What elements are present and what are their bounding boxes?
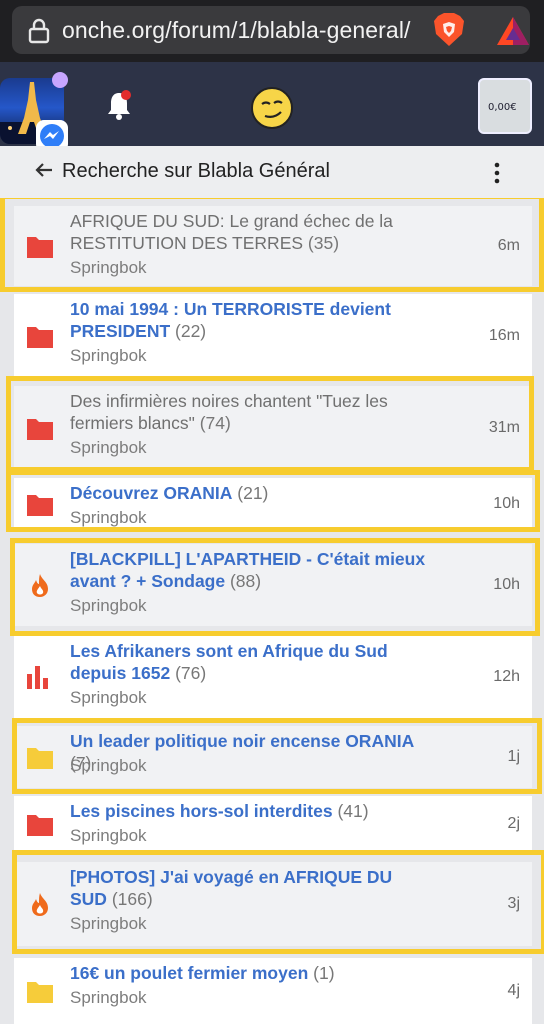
reply-count: (88): [225, 571, 262, 591]
topic-title[interactable]: Découvrez ORANIA (21): [70, 482, 430, 504]
folder-red-icon: [26, 811, 54, 837]
topic-title-text[interactable]: Les piscines hors-sol interdites: [70, 801, 333, 821]
folder-red-icon: [26, 491, 54, 517]
smiley-logo-icon[interactable]: [250, 86, 294, 130]
topic-row[interactable]: AFRIQUE DU SUD: Le grand échec de la RES…: [14, 206, 532, 286]
address-bar[interactable]: onche.org/forum/1/blabla-general/: [12, 6, 530, 54]
topic-title-text[interactable]: AFRIQUE DU SUD: Le grand échec de la RES…: [70, 211, 393, 253]
folder-yellow-icon: [26, 744, 54, 770]
folder-yellow-icon: [26, 978, 54, 1004]
topic-row[interactable]: Les piscines hors-sol interdites (41) Spr…: [14, 796, 532, 852]
topic-author[interactable]: Springbok: [70, 508, 147, 528]
topic-time: 1j: [507, 748, 520, 765]
ad-thumbnail[interactable]: 0,00€: [478, 78, 532, 134]
reply-count: (1): [308, 963, 335, 983]
topic-time: 12h: [493, 668, 520, 685]
topic-author[interactable]: Springbok: [70, 258, 147, 278]
topic-row[interactable]: 16€ un poulet fermier moyen (1) Springbok…: [14, 958, 532, 1024]
topic-row[interactable]: 10 mai 1994 : Un TERRORISTE devient PRES…: [14, 294, 532, 378]
topic-time: 16m: [488, 327, 520, 344]
topic-title-text[interactable]: Un leader politique noir encense ORANIA: [70, 731, 414, 751]
topic-title[interactable]: [PHOTOS] J'ai voyagé en AFRIQUE DU SUD (…: [70, 866, 430, 910]
folder-red-icon: [26, 415, 54, 441]
topic-row[interactable]: Découvrez ORANIA (21) Springbok 10h: [14, 478, 532, 530]
topic-time: 2j: [507, 815, 520, 832]
back-arrow-icon[interactable]: [34, 160, 54, 180]
poll-icon: [26, 664, 54, 690]
topic-title-text[interactable]: 16€ un poulet fermier moyen: [70, 963, 308, 983]
topic-title[interactable]: AFRIQUE DU SUD: Le grand échec de la RES…: [70, 210, 430, 254]
topic-title[interactable]: 16€ un poulet fermier moyen (1): [70, 962, 430, 984]
topic-author[interactable]: Springbok: [70, 988, 147, 1008]
topic-time: 3j: [507, 895, 520, 912]
topic-time: 4j: [507, 982, 520, 999]
topic-title-text[interactable]: Les Afrikaners sont en Afrique du Sud de…: [70, 641, 388, 683]
browser-toolbar: onche.org/forum/1/blabla-general/: [0, 0, 544, 62]
topic-row[interactable]: Un leader politique noir encense ORANIA …: [14, 726, 532, 788]
topic-time: 31m: [488, 419, 520, 436]
topic-row[interactable]: [PHOTOS] J'ai voyagé en AFRIQUE DU SUD (…: [14, 862, 532, 946]
topic-row[interactable]: Des infirmières noires chantent "Tuez le…: [14, 386, 532, 470]
topic-author[interactable]: Springbok: [70, 688, 147, 708]
reply-count: (76): [170, 663, 207, 683]
topic-time: 10h: [493, 576, 520, 593]
lock-icon: [28, 18, 50, 44]
topic-author[interactable]: Springbok: [70, 438, 147, 458]
brave-shield-icon[interactable]: [432, 12, 466, 48]
reply-count: (35): [303, 233, 340, 253]
topic-author[interactable]: Springbok: [70, 346, 147, 366]
reply-count: (74): [194, 413, 231, 433]
status-dot: [52, 72, 68, 88]
topic-author[interactable]: Springbok: [70, 756, 147, 776]
topic-list: AFRIQUE DU SUD: Le grand échec de la RES…: [0, 198, 544, 1024]
folder-red-icon: [26, 323, 54, 349]
topic-time: 10h: [493, 495, 520, 512]
bell-icon[interactable]: [104, 88, 134, 122]
reply-count: (21): [232, 483, 269, 503]
page-title: Recherche sur Blabla Général: [62, 160, 330, 182]
topic-title-text[interactable]: Découvrez ORANIA: [70, 483, 232, 503]
fire-icon: [26, 572, 54, 598]
topic-author[interactable]: Springbok: [70, 596, 147, 616]
topic-time: 6m: [497, 237, 520, 254]
more-options-icon[interactable]: [493, 162, 501, 184]
topic-author[interactable]: Springbok: [70, 914, 147, 934]
fire-icon: [26, 891, 54, 917]
search-header: Recherche sur Blabla Général: [0, 146, 544, 198]
topic-title[interactable]: Des infirmières noires chantent "Tuez le…: [70, 390, 430, 434]
topic-row[interactable]: Les Afrikaners sont en Afrique du Sud de…: [14, 636, 532, 718]
topic-title[interactable]: 10 mai 1994 : Un TERRORISTE devient PRES…: [70, 298, 430, 342]
ad-price: 0,00€: [488, 102, 517, 113]
reply-count: (166): [106, 889, 153, 909]
topic-title[interactable]: [BLACKPILL] L'APARTHEID - C'était mieux …: [70, 548, 430, 592]
bat-rewards-icon[interactable]: [496, 16, 530, 46]
topic-title[interactable]: Les Afrikaners sont en Afrique du Sud de…: [70, 640, 430, 684]
topic-title[interactable]: Les piscines hors-sol interdites (41): [70, 800, 430, 822]
topic-title-text[interactable]: 10 mai 1994 : Un TERRORISTE devient PRES…: [70, 299, 391, 341]
topic-row[interactable]: [BLACKPILL] L'APARTHEID - C'était mieux …: [14, 544, 532, 626]
folder-red-icon: [26, 233, 54, 259]
reply-count: (22): [170, 321, 207, 341]
forum-header: 0,00€: [0, 62, 544, 152]
reply-count: (41): [332, 801, 369, 821]
url-text[interactable]: onche.org/forum/1/blabla-general/: [62, 17, 411, 44]
topic-author[interactable]: Springbok: [70, 826, 147, 846]
